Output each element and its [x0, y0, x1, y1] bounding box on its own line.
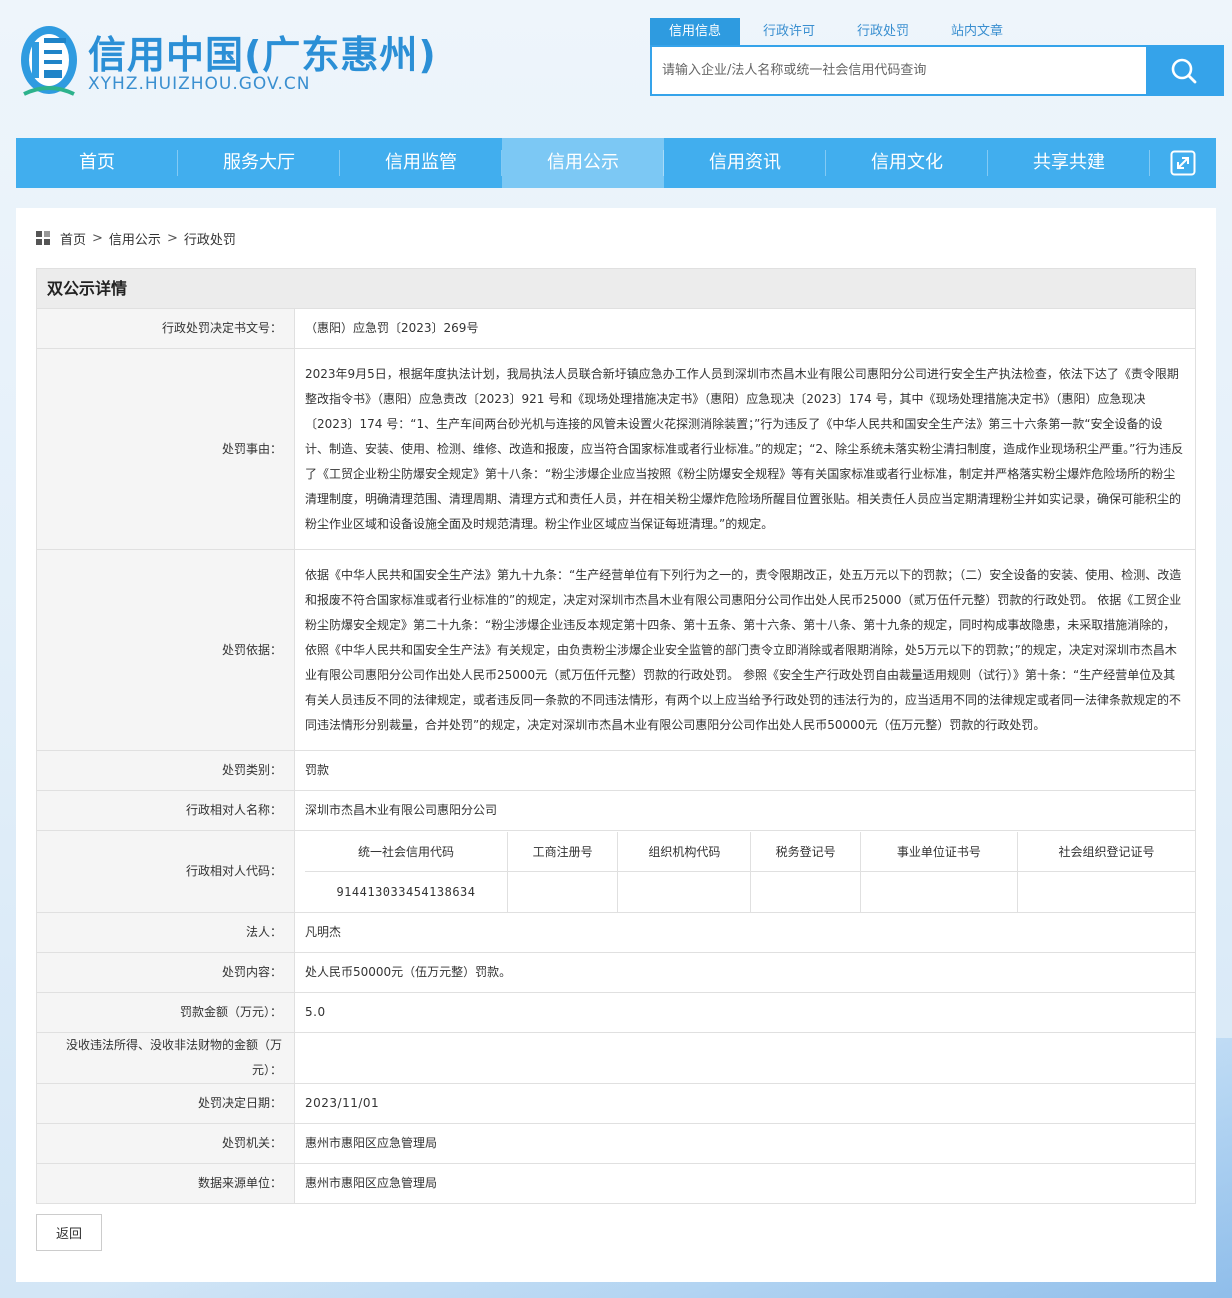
- header-biz-reg-no: 工商注册号: [506, 831, 619, 872]
- site-url: XYHZ.HUIZHOU.GOV.CN: [88, 74, 311, 94]
- row-reason: 处罚事由： 2023年9月5日，根据年度执法计划，我局执法人员联合新圩镇应急办工…: [36, 348, 1196, 550]
- breadcrumb: 首页 > 信用公示 > 行政处罚: [36, 228, 236, 248]
- back-button[interactable]: 返回: [36, 1214, 102, 1251]
- value-basis: 依据《中华人民共和国安全生产法》第九十九条：“生产经营单位有下列行为之一的，责令…: [294, 549, 1196, 751]
- header-tax-reg-no: 税务登记号: [750, 831, 861, 872]
- search-input[interactable]: [652, 47, 1146, 94]
- expand-icon: [1170, 150, 1196, 176]
- breadcrumb-separator: >: [166, 230, 178, 246]
- breadcrumb-credit-publicity[interactable]: 信用公示: [109, 229, 161, 248]
- value-institution-cert-no: [859, 871, 1019, 912]
- label-basis: 处罚依据：: [36, 549, 295, 751]
- detail-table: 行政处罚决定书文号： （惠阳）应急罚〔2023〕269号 处罚事由： 2023年…: [36, 308, 1196, 1204]
- row-content: 处罚内容： 处人民币50000元（伍万元整）罚款。: [36, 952, 1196, 993]
- value-reason: 2023年9月5日，根据年度执法计划，我局执法人员联合新圩镇应急办工作人员到深圳…: [294, 348, 1196, 550]
- detail-section: 双公示详情 行政处罚决定书文号： （惠阳）应急罚〔2023〕269号 处罚事由：…: [36, 268, 1196, 1204]
- main-panel: 首页 > 信用公示 > 行政处罚 双公示详情 行政处罚决定书文号： （惠阳）应急…: [16, 208, 1216, 1282]
- nav-home[interactable]: 首页: [16, 138, 178, 188]
- nav-shared-build[interactable]: 共享共建: [988, 138, 1150, 188]
- value-org-code: [617, 871, 752, 912]
- header-org-code: 组织机构代码: [617, 831, 752, 872]
- row-source: 数据来源单位： 惠州市惠阳区应急管理局: [36, 1163, 1196, 1204]
- header-social-org-reg-no: 社会组织登记证号: [1017, 831, 1195, 872]
- value-source: 惠州市惠阳区应急管理局: [294, 1163, 1196, 1204]
- value-legal-person: 凡明杰: [294, 912, 1196, 953]
- value-confiscation: [294, 1032, 1196, 1084]
- main-nav: 首页 服务大厅 信用监管 信用公示 信用资讯 信用文化 共享共建: [16, 138, 1216, 188]
- logo-icon[interactable]: [18, 20, 80, 100]
- row-decision-date: 处罚决定日期： 2023/11/01: [36, 1083, 1196, 1124]
- value-party-name: 深圳市杰昌木业有限公司惠阳分公司: [294, 790, 1196, 831]
- site-title: 信用中国(广东惠州): [88, 33, 437, 77]
- detail-title: 双公示详情: [36, 268, 1196, 308]
- nav-service-hall[interactable]: 服务大厅: [178, 138, 340, 188]
- label-party-name: 行政相对人名称：: [36, 790, 295, 831]
- party-code-value-row: 914413033454138634: [305, 871, 1195, 912]
- label-category: 处罚类别：: [36, 750, 295, 791]
- value-biz-reg-no: [506, 871, 619, 912]
- party-code-header-row: 统一社会信用代码 工商注册号 组织机构代码 税务登记号 事业单位证书号 社会组织…: [305, 831, 1195, 872]
- label-content: 处罚内容：: [36, 952, 295, 993]
- row-doc-no: 行政处罚决定书文号： （惠阳）应急罚〔2023〕269号: [36, 308, 1196, 349]
- search-box: [650, 45, 1224, 96]
- label-authority: 处罚机关：: [36, 1123, 295, 1164]
- search-tab-admin-license[interactable]: 行政许可: [744, 18, 834, 46]
- party-code-table: 统一社会信用代码 工商注册号 组织机构代码 税务登记号 事业单位证书号 社会组织…: [305, 831, 1195, 912]
- value-party-code: 统一社会信用代码 工商注册号 组织机构代码 税务登记号 事业单位证书号 社会组织…: [294, 830, 1196, 913]
- header-uscc: 统一社会信用代码: [305, 831, 508, 872]
- label-party-code: 行政相对人代码：: [36, 830, 295, 913]
- value-category: 罚款: [294, 750, 1196, 791]
- breadcrumb-home[interactable]: 首页: [60, 229, 86, 248]
- nav-credit-culture[interactable]: 信用文化: [826, 138, 988, 188]
- label-doc-no: 行政处罚决定书文号：: [36, 308, 295, 349]
- search-tab-credit-info[interactable]: 信用信息: [650, 18, 740, 46]
- value-content: 处人民币50000元（伍万元整）罚款。: [294, 952, 1196, 993]
- nav-credit-publicity[interactable]: 信用公示: [502, 138, 664, 188]
- value-decision-date: 2023/11/01: [294, 1083, 1196, 1124]
- row-party-name: 行政相对人名称： 深圳市杰昌木业有限公司惠阳分公司: [36, 790, 1196, 831]
- row-confiscation: 没收违法所得、没收非法财物的金额（万元）：: [36, 1032, 1196, 1084]
- header-institution-cert-no: 事业单位证书号: [859, 831, 1019, 872]
- search-button[interactable]: [1146, 47, 1222, 94]
- label-amount: 罚款金额（万元）：: [36, 992, 295, 1033]
- value-authority: 惠州市惠阳区应急管理局: [294, 1123, 1196, 1164]
- breadcrumb-grid-icon: [36, 231, 50, 245]
- nav-credit-news[interactable]: 信用资讯: [664, 138, 826, 188]
- value-doc-no: （惠阳）应急罚〔2023〕269号: [294, 308, 1196, 349]
- label-source: 数据来源单位：: [36, 1163, 295, 1204]
- breadcrumb-separator: >: [92, 230, 103, 246]
- site-header: 信用中国(广东惠州) XYHZ.HUIZHOU.GOV.CN 信用信息 行政许可…: [0, 0, 1232, 130]
- value-social-org-reg-no: [1017, 871, 1195, 912]
- breadcrumb-admin-penalty[interactable]: 行政处罚: [184, 229, 236, 248]
- label-decision-date: 处罚决定日期：: [36, 1083, 295, 1124]
- search-icon: [1171, 58, 1197, 83]
- search-tab-site-articles[interactable]: 站内文章: [932, 18, 1022, 46]
- row-basis: 处罚依据： 依据《中华人民共和国安全生产法》第九十九条：“生产经营单位有下列行为…: [36, 549, 1196, 751]
- row-party-code: 行政相对人代码： 统一社会信用代码 工商注册号 组织机构代码 税务登记号 事业单…: [36, 830, 1196, 913]
- row-authority: 处罚机关： 惠州市惠阳区应急管理局: [36, 1123, 1196, 1164]
- search-tab-admin-penalty[interactable]: 行政处罚: [838, 18, 928, 46]
- value-tax-reg-no: [750, 871, 861, 912]
- label-legal-person: 法人：: [36, 912, 295, 953]
- row-legal-person: 法人： 凡明杰: [36, 912, 1196, 953]
- label-reason: 处罚事由：: [36, 348, 295, 550]
- label-confiscation: 没收违法所得、没收非法财物的金额（万元）：: [36, 1032, 295, 1084]
- value-uscc: 914413033454138634: [305, 871, 508, 912]
- value-amount: 5.0: [294, 992, 1196, 1033]
- row-category: 处罚类别： 罚款: [36, 750, 1196, 791]
- row-amount: 罚款金额（万元）： 5.0: [36, 992, 1196, 1033]
- nav-credit-supervision[interactable]: 信用监管: [340, 138, 502, 188]
- nav-expand-button[interactable]: [1150, 138, 1216, 188]
- search-tabs: 信用信息 行政许可 行政处罚 站内文章: [650, 18, 1026, 46]
